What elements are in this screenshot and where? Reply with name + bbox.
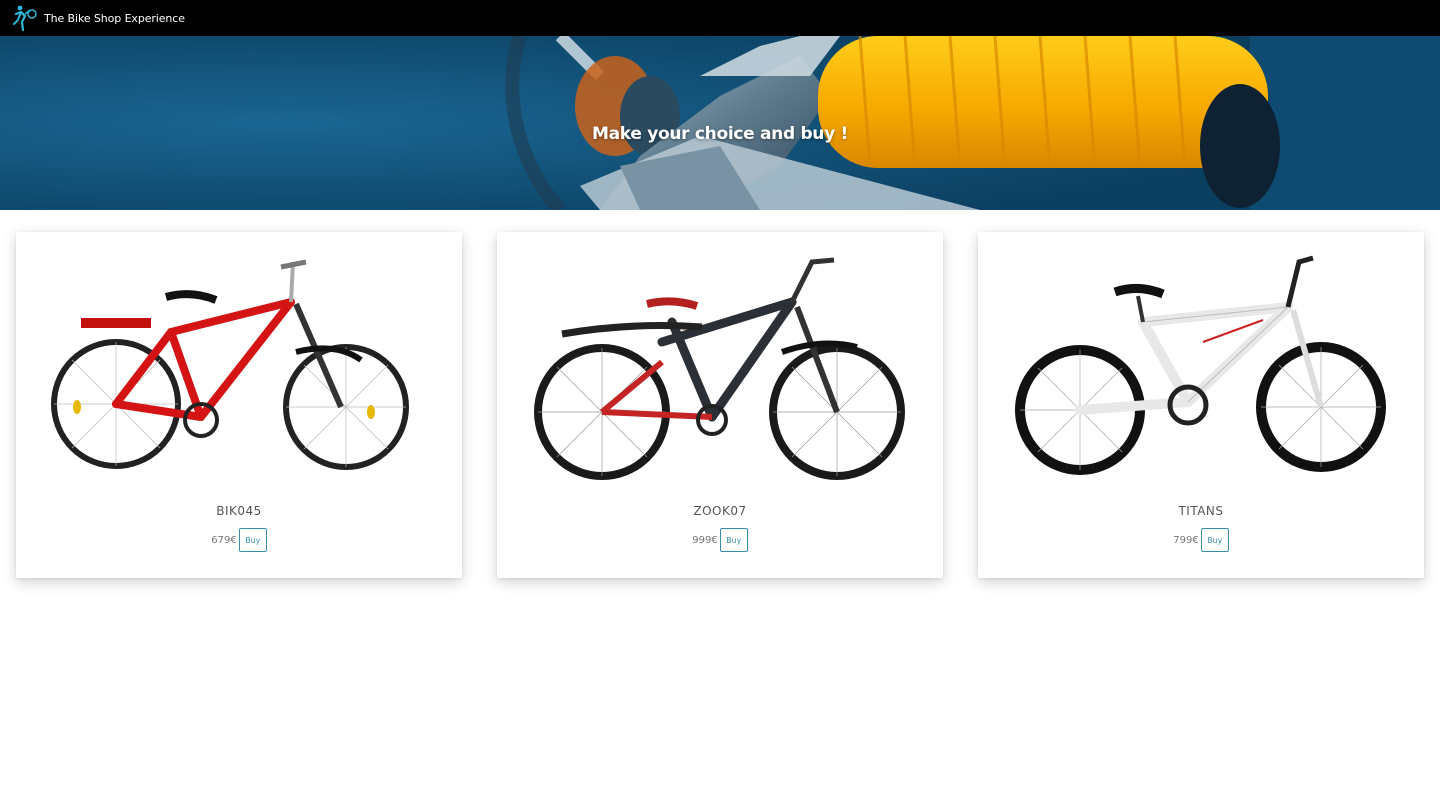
product-name: ZOOK07 xyxy=(693,504,747,518)
price-row: 799€ Buy xyxy=(978,528,1424,552)
bike-rider-logo-icon[interactable] xyxy=(12,4,38,32)
price-row: 999€ Buy xyxy=(497,528,943,552)
buy-button[interactable]: Buy xyxy=(238,528,267,552)
price-row: 679€ Buy xyxy=(16,528,462,552)
hero-title: Make your choice and buy ! xyxy=(592,124,848,144)
brand-name-link[interactable]: The Bike Shop Experience xyxy=(44,12,185,25)
product-price: 999€ xyxy=(692,534,718,546)
product-price: 799€ xyxy=(1173,534,1199,546)
buy-button[interactable]: Buy xyxy=(1200,528,1229,552)
product-name: BIK045 xyxy=(216,504,262,518)
black-red-bicycle-photo[interactable] xyxy=(522,242,918,492)
product-card: ZOOK07 999€ Buy xyxy=(497,232,943,578)
bike-handlebar-grip-photo xyxy=(0,36,1440,210)
product-card: BIK045 679€ Buy xyxy=(16,232,462,578)
hero-banner: Make your choice and buy ! xyxy=(0,36,1440,210)
top-navbar: The Bike Shop Experience xyxy=(0,0,1440,36)
white-bicycle-photo[interactable] xyxy=(1003,242,1399,492)
product-price: 679€ xyxy=(211,534,237,546)
product-card: TITANS 799€ Buy xyxy=(978,232,1424,578)
red-bicycle-photo[interactable] xyxy=(41,242,437,492)
buy-button[interactable]: Buy xyxy=(719,528,748,552)
product-name: TITANS xyxy=(1178,504,1224,518)
